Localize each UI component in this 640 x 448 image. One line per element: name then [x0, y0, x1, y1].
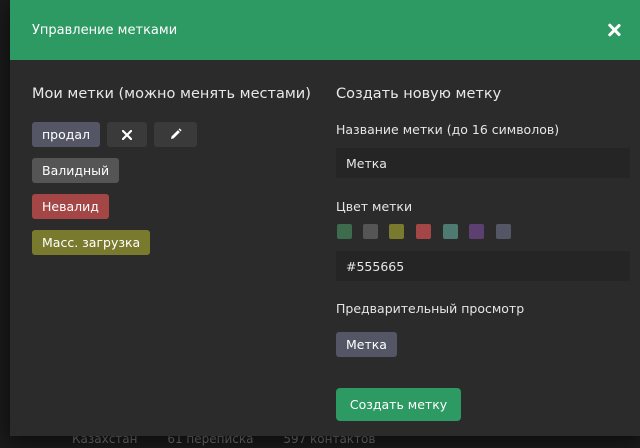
preview-tag: Метка — [336, 332, 397, 357]
new-tag-title: Создать новую метку — [336, 86, 502, 102]
edit-tag-button[interactable] — [154, 122, 197, 147]
tag-label: Масс. загрузка — [42, 235, 141, 250]
modal-title: Управление метками — [32, 22, 178, 38]
color-swatch-0[interactable] — [337, 224, 352, 239]
tag-color-input[interactable] — [336, 251, 630, 281]
color-swatch-1[interactable] — [363, 224, 378, 239]
preview-tag-label: Метка — [346, 337, 387, 352]
tag-color-label: Цвет метки — [336, 199, 413, 214]
tag-item-3[interactable]: Масс. загрузка — [32, 230, 151, 255]
preview-label: Предварительный просмотр — [336, 301, 525, 316]
close-icon[interactable] — [606, 22, 622, 38]
tag-name-input[interactable] — [336, 148, 630, 178]
color-swatch-3[interactable] — [416, 224, 431, 239]
color-swatch-5[interactable] — [469, 224, 484, 239]
pencil-icon — [171, 128, 182, 139]
tag-item-0[interactable]: продал — [32, 122, 101, 147]
my-tags-title: Мои метки (можно менять местами) — [32, 86, 311, 102]
modal-header: Управление метками — [10, 0, 640, 60]
tag-label: Невалид — [42, 199, 99, 214]
tag-item-2[interactable]: Невалид — [32, 194, 109, 219]
color-swatch-2[interactable] — [389, 224, 404, 239]
color-swatch-4[interactable] — [443, 224, 458, 239]
tag-management-modal: Управление метками Мои метки (можно меня… — [10, 0, 640, 436]
tag-name-label: Название метки (до 16 символов) — [336, 122, 560, 137]
color-swatch-6[interactable] — [496, 224, 511, 239]
create-tag-button[interactable]: Создать метку — [336, 388, 461, 421]
tag-item-1[interactable]: Валидный — [32, 158, 120, 183]
tag-label: продал — [42, 127, 91, 142]
delete-tag-button[interactable] — [107, 122, 147, 147]
tag-label: Валидный — [42, 163, 110, 178]
close-icon — [122, 129, 132, 140]
